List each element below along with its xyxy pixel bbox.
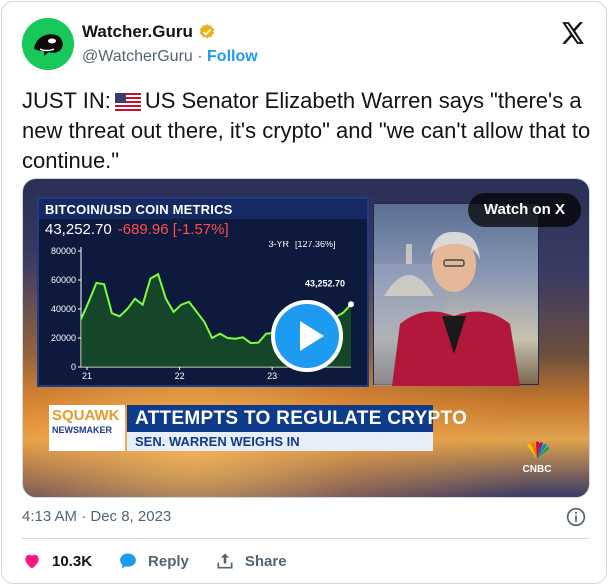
share-icon: [217, 553, 233, 569]
watch-on-x-button[interactable]: Watch on X: [467, 193, 581, 227]
account-handle[interactable]: @WatcherGuru: [82, 48, 193, 65]
squawk-bottom: NEWSMAKER: [52, 425, 112, 435]
action-bar: 10.3K Reply Share: [22, 551, 313, 571]
like-button[interactable]: 10.3K: [22, 551, 92, 571]
news-lower-third: SQUAWK NEWSMAKER ATTEMPTS TO REGULATE CR…: [49, 405, 467, 451]
price-value: 43,252.70: [45, 221, 112, 238]
account-name[interactable]: Watcher.Guru: [82, 22, 193, 42]
squawk-logo: SQUAWK NEWSMAKER: [49, 405, 125, 451]
y-tick-label: 60000: [51, 275, 76, 285]
squawk-top: SQUAWK: [52, 407, 120, 424]
news-subline: SEN. WARREN WEIGHS IN: [127, 432, 433, 451]
last-price-label: 43,252.70: [305, 278, 345, 288]
y-tick-label: 40000: [51, 304, 76, 314]
watcher-guru-logo-icon: [22, 18, 74, 70]
reply-label: Reply: [148, 552, 189, 570]
separator: ·: [197, 48, 203, 65]
chart-title: BITCOIN/USD COIN METRICS: [39, 199, 367, 219]
speaker-video: [373, 203, 539, 386]
tweet-text: JUST IN: US Senator Elizabeth Warren say…: [22, 86, 592, 176]
price-row: 43,252.70 -689.96 [-1.57%]: [45, 221, 229, 238]
like-count: 10.3K: [52, 552, 93, 570]
network-name: CNBC: [522, 464, 552, 475]
handle-row: @WatcherGuru · Follow: [82, 48, 258, 66]
video-player[interactable]: BITCOIN/USD COIN METRICS 43,252.70 -689.…: [22, 178, 590, 498]
name-row: Watcher.Guru: [82, 22, 216, 42]
x-tick-label: 22: [175, 371, 185, 381]
price-change: -689.96 [-1.57%]: [117, 221, 229, 238]
x-tick-label: 21: [82, 371, 92, 381]
share-label: Share: [244, 552, 287, 570]
reply-button[interactable]: Reply: [118, 551, 189, 571]
verified-badge-icon: [199, 24, 215, 39]
peacock-icon: [527, 441, 549, 459]
play-icon: [300, 321, 324, 351]
news-headline: ATTEMPTS TO REGULATE CRYPTO: [127, 405, 467, 432]
y-tick-label: 20000: [51, 333, 76, 343]
heart-icon: [25, 554, 39, 569]
speaker-image-icon: [374, 231, 520, 386]
follow-button[interactable]: Follow: [207, 48, 258, 65]
tweet-prefix: JUST IN:: [22, 88, 111, 113]
info-icon[interactable]: [566, 507, 586, 527]
divider: [22, 538, 588, 539]
y-tick-label: 0: [71, 362, 76, 372]
last-point: [348, 301, 354, 308]
us-flag-icon: [114, 93, 141, 111]
avatar[interactable]: [22, 18, 74, 70]
tweet-card: Watcher.Guru @WatcherGuru · Follow JUST …: [1, 1, 607, 584]
x-tick-label: 23: [267, 371, 277, 381]
cnbc-logo: CNBC: [517, 441, 557, 475]
reply-bubble-icon: [120, 553, 136, 569]
range-label: 3-YR: [268, 241, 289, 249]
share-button[interactable]: Share: [215, 551, 287, 571]
tweet-timestamp[interactable]: 4:13 AM · Dec 8, 2023: [22, 508, 171, 525]
y-tick-label: 80000: [51, 246, 76, 256]
x-logo-icon[interactable]: [560, 20, 586, 46]
play-button[interactable]: [271, 300, 343, 372]
range-change: [127.36%]: [295, 241, 336, 249]
